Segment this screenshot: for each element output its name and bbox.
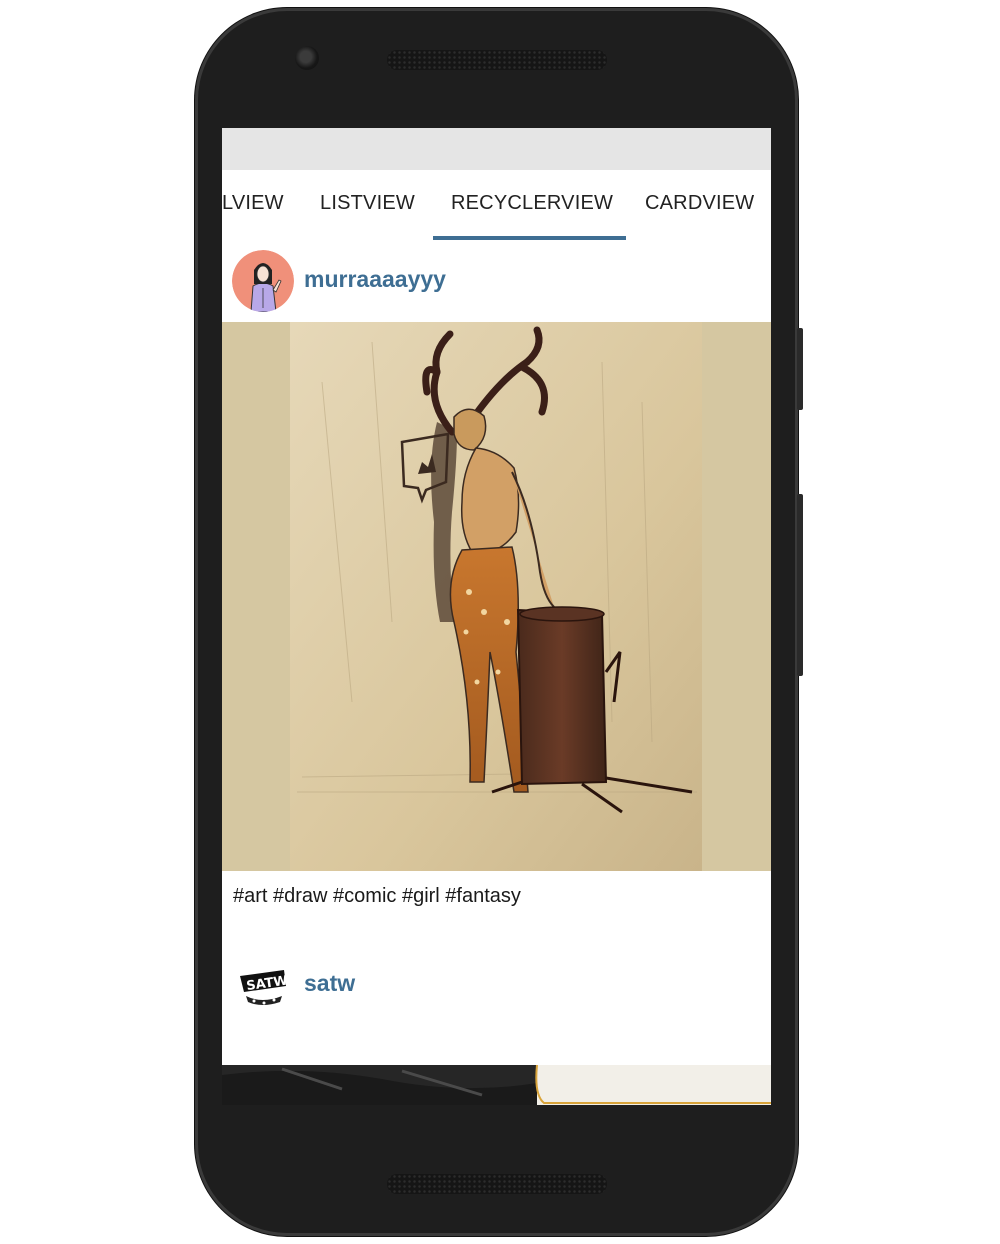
post-username-2[interactable]: satw	[304, 970, 355, 997]
active-tab-indicator	[433, 236, 626, 240]
satw-logo-avatar-icon: SATW	[232, 954, 294, 1016]
top-speaker-grille	[387, 50, 607, 70]
power-button	[797, 328, 803, 410]
tab-cardview[interactable]: CARDVIEW	[645, 192, 754, 215]
post-username[interactable]: murraaaayyy	[304, 266, 446, 293]
post-header[interactable]: murraaaayyy	[222, 242, 771, 322]
front-camera-icon	[295, 46, 319, 70]
avatar-illustrated-woman-icon	[232, 250, 294, 312]
bottom-speaker-grille	[387, 1174, 607, 1194]
tab-recyclerview[interactable]: RECYCLERVIEW	[451, 192, 613, 215]
post-caption: #art #draw #comic #girl #fantasy	[233, 885, 521, 907]
volume-button	[797, 494, 803, 676]
status-bar	[222, 128, 771, 170]
post-image-2[interactable]	[222, 1065, 771, 1105]
user-avatar-2[interactable]: SATW	[232, 954, 294, 1016]
post-image[interactable]	[222, 322, 771, 871]
next-post-image-preview	[222, 1065, 771, 1105]
tab-listview[interactable]: LISTVIEW	[320, 192, 415, 215]
user-avatar[interactable]	[232, 250, 294, 312]
app-screen: LVIEW LISTVIEW RECYCLERVIEW CARDVIEW mur…	[222, 128, 771, 1105]
tab-bar: LVIEW LISTVIEW RECYCLERVIEW CARDVIEW	[222, 170, 771, 240]
fantasy-deer-girl-artwork	[222, 322, 771, 871]
tab-gridview[interactable]: LVIEW	[222, 192, 284, 215]
post-header-2[interactable]: SATW satw	[222, 946, 771, 1026]
